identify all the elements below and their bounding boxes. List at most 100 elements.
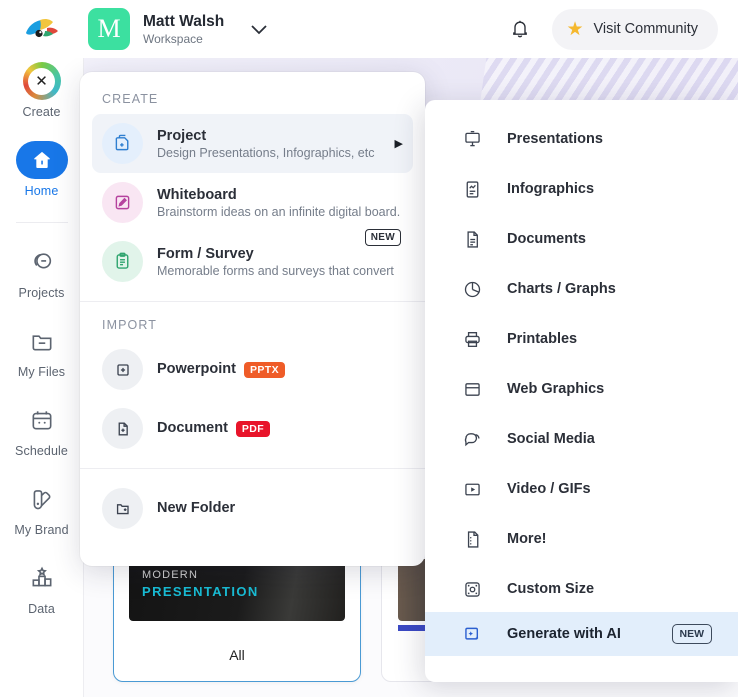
create-item-project[interactable]: Project Design Presentations, Infographi… — [92, 114, 413, 173]
sidebar-label-projects: Projects — [18, 286, 65, 300]
create-panel-divider-2 — [80, 468, 425, 469]
submenu-label-presentations: Presentations — [507, 131, 603, 147]
import-section-title: IMPORT — [102, 318, 157, 332]
workspace-subtitle: Workspace — [143, 31, 203, 46]
powerpoint-title: Powerpoint — [157, 361, 236, 378]
sidebar-item-schedule[interactable]: Schedule — [0, 401, 84, 458]
all-card-thumbnail: MODERN PRESENTATION — [129, 559, 345, 621]
submenu-item-web-graphics[interactable]: Web Graphics — [425, 364, 738, 414]
submenu-label-web-graphics: Web Graphics — [507, 381, 605, 397]
submenu-item-charts-graphs[interactable]: Charts / Graphs — [425, 264, 738, 314]
submenu-item-presentations[interactable]: Presentations — [425, 114, 738, 164]
ai-new-badge: NEW — [671, 624, 712, 644]
infographic-icon — [459, 179, 485, 200]
avatar[interactable]: M — [88, 8, 130, 50]
notification-bell-icon[interactable] — [510, 18, 530, 40]
whiteboard-pen-icon — [102, 182, 143, 223]
whiteboard-text-block: Whiteboard Brainstorm ideas on an infini… — [157, 186, 403, 219]
submenu-label-documents: Documents — [507, 231, 586, 247]
submenu-label-more: More! — [507, 531, 547, 547]
project-title: Project — [157, 127, 207, 144]
submenu-item-custom-size[interactable]: Custom Size — [425, 564, 738, 614]
whiteboard-subtitle: Brainstorm ideas on an infinite digital … — [157, 205, 401, 220]
home-icon — [15, 141, 68, 179]
presentation-board-icon — [459, 129, 485, 150]
printer-icon — [459, 329, 485, 350]
thumb-line-1: MODERN — [142, 569, 199, 581]
whiteboard-title: Whiteboard — [157, 186, 237, 203]
form-survey-title: Form / Survey — [157, 245, 254, 262]
folder-icon — [16, 322, 68, 360]
play-video-icon — [459, 479, 485, 500]
create-item-new-folder[interactable]: New Folder — [92, 479, 413, 538]
chevron-down-icon[interactable] — [250, 24, 268, 35]
sidebar-label-data: Data — [28, 602, 55, 616]
workspace-text: Matt Walsh Workspace — [143, 13, 224, 46]
custom-size-frame-icon — [459, 579, 485, 600]
sidebar-item-data[interactable]: Data — [0, 559, 84, 616]
projects-icon — [16, 243, 68, 281]
header-actions: ★ Visit Community — [510, 8, 718, 50]
file-add-icon — [102, 349, 143, 390]
create-item-form-survey[interactable]: Form / Survey Memorable forms and survey… — [92, 229, 413, 291]
create-section-title: CREATE — [102, 92, 159, 106]
pptx-badge: PPTX — [243, 361, 285, 378]
all-card-caption: All — [229, 647, 245, 663]
pdf-badge: PDF — [235, 420, 271, 437]
colorful-brand-logo[interactable] — [20, 14, 66, 44]
sidebar-label-home: Home — [24, 184, 59, 198]
chat-bubbles-icon — [459, 429, 485, 450]
create-dropdown-panel: CREATE Project Design Presentations, Inf… — [80, 72, 425, 566]
ai-sparkle-icon — [459, 624, 485, 645]
sidebar-item-projects[interactable]: Projects — [0, 243, 84, 300]
submenu-item-social-media[interactable]: Social Media — [425, 414, 738, 464]
sidebar-item-create[interactable]: ✕ Create — [0, 62, 84, 119]
sidebar-label-schedule: Schedule — [15, 444, 68, 458]
submenu-label-video-gifs: Video / GIFs — [507, 481, 591, 497]
import-item-powerpoint[interactable]: Powerpoint PPTX — [92, 340, 413, 399]
browser-window-icon — [459, 379, 485, 400]
sidebar-label-create: Create — [22, 105, 61, 119]
submenu-item-documents[interactable]: Documents — [425, 214, 738, 264]
sidebar-label-my-files: My Files — [17, 365, 66, 379]
submenu-item-video-gifs[interactable]: Video / GIFs — [425, 464, 738, 514]
form-survey-subtitle: Memorable forms and surveys that convert — [157, 264, 394, 279]
visit-community-label: Visit Community — [593, 21, 698, 37]
star-icon: ★ — [566, 18, 584, 40]
submenu-label-printables: Printables — [507, 331, 578, 347]
project-text-block: Project Design Presentations, Infographi… — [157, 127, 375, 160]
project-type-submenu: Presentations Infographics Documents Cha… — [425, 100, 738, 682]
project-subtitle: Design Presentations, Infographics, etc — [157, 146, 375, 161]
import-item-document[interactable]: Document PDF — [92, 399, 413, 458]
submenu-item-more[interactable]: More! — [425, 514, 738, 564]
submenu-label-charts-graphs: Charts / Graphs — [507, 281, 616, 297]
submenu-item-infographics[interactable]: Infographics — [425, 164, 738, 214]
pie-chart-icon — [459, 279, 485, 300]
submenu-item-printables[interactable]: Printables — [425, 314, 738, 364]
sidebar-item-home[interactable]: Home — [0, 141, 84, 198]
podium-chart-icon — [16, 559, 68, 597]
create-item-whiteboard[interactable]: Whiteboard Brainstorm ideas on an infini… — [92, 173, 413, 232]
create-panel-divider-1 — [80, 301, 425, 302]
document-title: Document — [157, 420, 228, 437]
create-close-ring-icon: ✕ — [16, 62, 68, 100]
form-survey-text-block: Form / Survey Memorable forms and survey… — [157, 245, 403, 278]
document-text-block: Document PDF — [157, 419, 403, 437]
clipboard-form-icon — [102, 241, 143, 282]
form-survey-new-badge: NEW — [364, 229, 401, 246]
sidebar-item-my-brand[interactable]: My Brand — [0, 480, 84, 537]
visit-community-button[interactable]: ★ Visit Community — [552, 8, 718, 50]
sidebar-item-my-files[interactable]: My Files — [0, 322, 84, 379]
new-folder-title: New Folder — [157, 500, 236, 517]
folder-add-icon — [102, 488, 143, 529]
sidebar-label-my-brand: My Brand — [14, 523, 69, 537]
document-icon — [459, 229, 485, 250]
left-sidebar: ✕ Create Home Projects My Files Schedule… — [0, 0, 84, 697]
app-window: ole Tab MODERN PRESENTATION All ✕ Create — [0, 0, 738, 697]
template-card-all[interactable]: MODERN PRESENTATION All — [113, 548, 361, 682]
new-folder-text-block: New Folder — [157, 499, 403, 517]
submenu-item-generate-with-ai[interactable]: Generate with AI NEW — [425, 612, 738, 656]
calendar-icon — [16, 401, 68, 439]
submenu-label-infographics: Infographics — [507, 181, 595, 197]
sidebar-divider — [15, 222, 68, 223]
